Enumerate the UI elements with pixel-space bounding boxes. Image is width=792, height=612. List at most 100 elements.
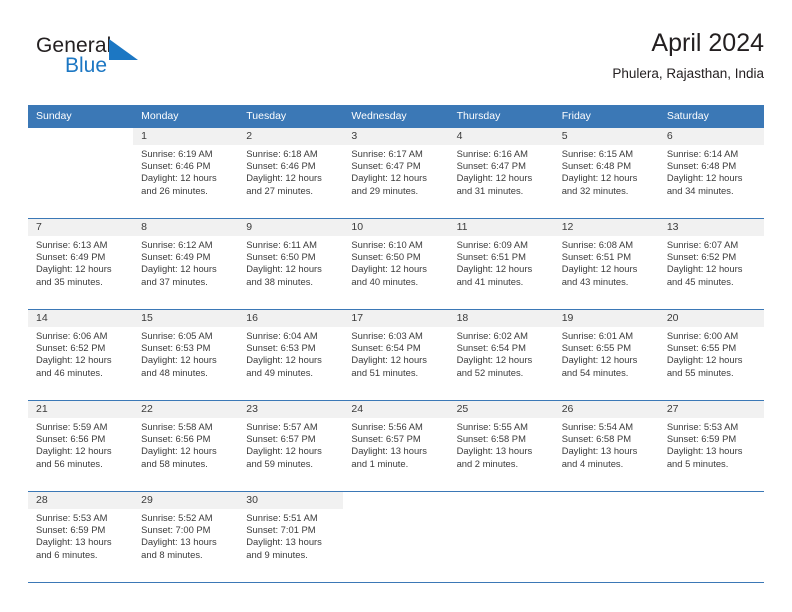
calendar-day-cell[interactable]: 19 Sunrise: 6:01 AM Sunset: 6:55 PM Dayligh… — [553, 310, 659, 400]
calendar-day-cell[interactable]: 14 Sunrise: 6:06 AM Sunset: 6:52 PM Dayligh… — [28, 310, 134, 400]
calendar-day-cell[interactable]: 12 Sunrise: 6:08 AM Sunset: 6:51 PM Dayligh… — [553, 219, 659, 309]
calendar-day-cell[interactable]: 3 Sunrise: 6:17 AM Sunset: 6:47 PM Daylight… — [343, 128, 449, 218]
sunrise-text: Sunrise: 6:03 AM — [351, 330, 423, 341]
sunrise-text: Sunrise: 6:16 AM — [456, 148, 528, 159]
day-details: Sunrise: 6:15 AM Sunset: 6:48 PM Daylight:… — [554, 145, 659, 197]
daylight-text-line1: Daylight: 12 hours — [666, 263, 743, 275]
daylight-text-line2: and 2 minutes. — [456, 457, 519, 469]
sunrise-text: Sunrise: 6:02 AM — [456, 330, 528, 341]
calendar-day-cell[interactable]: 17 Sunrise: 6:03 AM Sunset: 6:54 PM Dayligh… — [343, 310, 449, 400]
sunrise-text: Sunrise: 5:56 AM — [351, 421, 423, 432]
daylight-text-line1: Daylight: 12 hours — [456, 172, 533, 184]
calendar-day-cell[interactable]: 1 Sunrise: 6:19 AM Sunset: 6:46 PM Daylight… — [133, 128, 239, 218]
calendar-day-cell[interactable]: 24 Sunrise: 5:56 AM Sunset: 6:57 PM Dayligh… — [343, 401, 449, 491]
calendar-day-cell[interactable]: 22 Sunrise: 5:58 AM Sunset: 6:56 PM Dayligh… — [133, 401, 239, 491]
daylight-text-line2: and 1 minute. — [351, 457, 409, 469]
daylight-text-line1: Daylight: 12 hours — [561, 354, 638, 366]
day-number: 22 — [133, 401, 239, 418]
sunset-text: Sunset: 6:56 PM — [36, 433, 106, 445]
day-number: 9 — [238, 219, 344, 236]
daylight-text-line1: Daylight: 12 hours — [351, 263, 427, 275]
calendar-day-cell[interactable]: 7 Sunrise: 6:13 AM Sunset: 6:49 PM Daylight… — [28, 219, 134, 309]
calendar-empty-cell — [449, 492, 554, 582]
daylight-text-line1: Daylight: 13 hours — [141, 536, 217, 548]
daylight-text-line2: and 9 minutes. — [246, 548, 308, 560]
sunrise-text: Sunrise: 6:05 AM — [141, 330, 213, 341]
calendar-day-cell[interactable]: 2 Sunrise: 6:18 AM Sunset: 6:46 PM Daylight… — [238, 128, 344, 218]
day-number: 7 — [28, 219, 134, 236]
daylight-text-line1: Daylight: 12 hours — [141, 354, 217, 366]
calendar-day-cell[interactable]: 29 Sunrise: 5:52 AM Sunset: 7:00 PM Dayligh… — [133, 492, 239, 582]
calendar-day-cell[interactable]: 23 Sunrise: 5:57 AM Sunset: 6:57 PM Dayligh… — [238, 401, 344, 491]
daylight-text-line1: Daylight: 12 hours — [141, 445, 217, 457]
calendar-table: Sunday Monday Tuesday Wednesday Thursday Frid… — [28, 105, 764, 583]
daylight-text-line1: Daylight: 12 hours — [666, 172, 743, 184]
calendar-day-cell[interactable]: 4 Sunrise: 6:16 AM Sunset: 6:47 PM Daylight… — [448, 128, 554, 218]
calendar-day-cell[interactable]: 10 Sunrise: 6:10 AM Sunset: 6:50 PM Dayligh… — [343, 219, 449, 309]
daylight-text-line2: and 52 minutes. — [456, 366, 524, 378]
calendar-day-cell[interactable]: 16 Sunrise: 6:04 AM Sunset: 6:53 PM Dayligh… — [238, 310, 344, 400]
daylight-text-line1: Daylight: 12 hours — [456, 354, 533, 366]
sunset-text: Sunset: 6:54 PM — [351, 342, 421, 354]
day-of-week-wednesday: Wednesday — [343, 105, 449, 128]
calendar-day-cell[interactable]: 18 Sunrise: 6:02 AM Sunset: 6:54 PM Dayligh… — [448, 310, 554, 400]
calendar-day-cell[interactable]: 15 Sunrise: 6:05 AM Sunset: 6:53 PM Dayligh… — [133, 310, 239, 400]
calendar-empty-cell — [343, 492, 448, 582]
sunrise-text: Sunrise: 6:13 AM — [36, 239, 108, 250]
page-header: General Blue April 2024 Phulera, Rajasth… — [28, 28, 764, 98]
calendar-week-row: 1 Sunrise: 6:19 AM Sunset: 6:46 PM Daylight… — [28, 127, 764, 219]
calendar-day-cell[interactable]: 27 Sunrise: 5:53 AM Sunset: 6:59 PM Dayligh… — [658, 401, 764, 491]
general-blue-logo[interactable]: General Blue — [36, 34, 166, 86]
day-details: Sunrise: 6:02 AM Sunset: 6:54 PM Daylight:… — [449, 327, 554, 379]
day-number: 15 — [133, 310, 239, 327]
day-number: 16 — [238, 310, 344, 327]
calendar-day-cell[interactable]: 25 Sunrise: 5:55 AM Sunset: 6:58 PM Dayligh… — [448, 401, 554, 491]
calendar-day-cell[interactable]: 13 Sunrise: 6:07 AM Sunset: 6:52 PM Dayligh… — [658, 219, 764, 309]
calendar-day-cell[interactable]: 20 Sunrise: 6:00 AM Sunset: 6:55 PM Dayligh… — [658, 310, 764, 400]
day-number: 12 — [553, 219, 659, 236]
calendar-day-cell[interactable]: 11 Sunrise: 6:09 AM Sunset: 6:51 PM Dayligh… — [448, 219, 554, 309]
sunset-text: Sunset: 6:55 PM — [561, 342, 632, 354]
daylight-text-line2: and 38 minutes. — [246, 275, 313, 287]
triangle-icon — [109, 39, 138, 60]
daylight-text-line1: Daylight: 12 hours — [36, 445, 112, 457]
daylight-text-line1: Daylight: 12 hours — [246, 172, 322, 184]
sunset-text: Sunset: 6:57 PM — [246, 433, 316, 445]
calendar-day-cell[interactable]: 9 Sunrise: 6:11 AM Sunset: 6:50 PM Daylight… — [238, 219, 344, 309]
day-number: 28 — [28, 492, 134, 509]
calendar-day-cell[interactable]: 28 Sunrise: 5:53 AM Sunset: 6:59 PM Dayligh… — [28, 492, 134, 582]
calendar-week-row: 14 Sunrise: 6:06 AM Sunset: 6:52 PM Dayligh… — [28, 309, 764, 401]
day-number: 10 — [343, 219, 449, 236]
day-details: Sunrise: 6:00 AM Sunset: 6:55 PM Daylight:… — [659, 327, 764, 379]
sunset-text: Sunset: 6:48 PM — [666, 160, 737, 172]
daylight-text-line2: and 40 minutes. — [351, 275, 419, 287]
calendar-day-cell[interactable]: 26 Sunrise: 5:54 AM Sunset: 6:58 PM Dayligh… — [553, 401, 659, 491]
daylight-text-line2: and 49 minutes. — [246, 366, 313, 378]
sunset-text: Sunset: 6:46 PM — [141, 160, 211, 172]
daylight-text-line1: Daylight: 13 hours — [561, 445, 638, 457]
day-of-week-saturday: Saturday — [658, 105, 764, 128]
daylight-text-line2: and 31 minutes. — [456, 184, 524, 196]
logo-word-blue: Blue — [65, 54, 108, 77]
calendar-day-cell[interactable]: 6 Sunrise: 6:14 AM Sunset: 6:48 PM Daylight… — [658, 128, 764, 218]
daylight-text-line2: and 45 minutes. — [666, 275, 734, 287]
sunset-text: Sunset: 6:58 PM — [456, 433, 526, 445]
calendar-day-cell[interactable]: 21 Sunrise: 5:59 AM Sunset: 6:56 PM Dayligh… — [28, 401, 134, 491]
daylight-text-line1: Daylight: 12 hours — [141, 263, 217, 275]
calendar-day-cell[interactable]: 8 Sunrise: 6:12 AM Sunset: 6:49 PM Daylight… — [133, 219, 239, 309]
calendar-day-cell[interactable]: 30 Sunrise: 5:51 AM Sunset: 7:01 PM Dayligh… — [238, 492, 344, 582]
day-details: Sunrise: 6:18 AM Sunset: 6:46 PM Daylight:… — [238, 145, 343, 197]
sunset-text: Sunset: 6:55 PM — [666, 342, 737, 354]
day-number: 2 — [238, 128, 344, 145]
day-number: 27 — [658, 401, 764, 418]
daylight-text-line1: Daylight: 12 hours — [246, 263, 322, 275]
calendar-day-cell[interactable]: 5 Sunrise: 6:15 AM Sunset: 6:48 PM Daylight… — [553, 128, 659, 218]
day-details: Sunrise: 6:10 AM Sunset: 6:50 PM Daylight:… — [343, 236, 448, 288]
day-number: 17 — [343, 310, 449, 327]
day-of-week-friday: Friday — [553, 105, 659, 128]
daylight-text-line1: Daylight: 13 hours — [351, 445, 427, 457]
day-number: 8 — [133, 219, 239, 236]
day-of-week-monday: Monday — [133, 105, 239, 128]
sunset-text: Sunset: 6:59 PM — [36, 524, 106, 536]
sunrise-text: Sunrise: 5:57 AM — [246, 421, 318, 432]
